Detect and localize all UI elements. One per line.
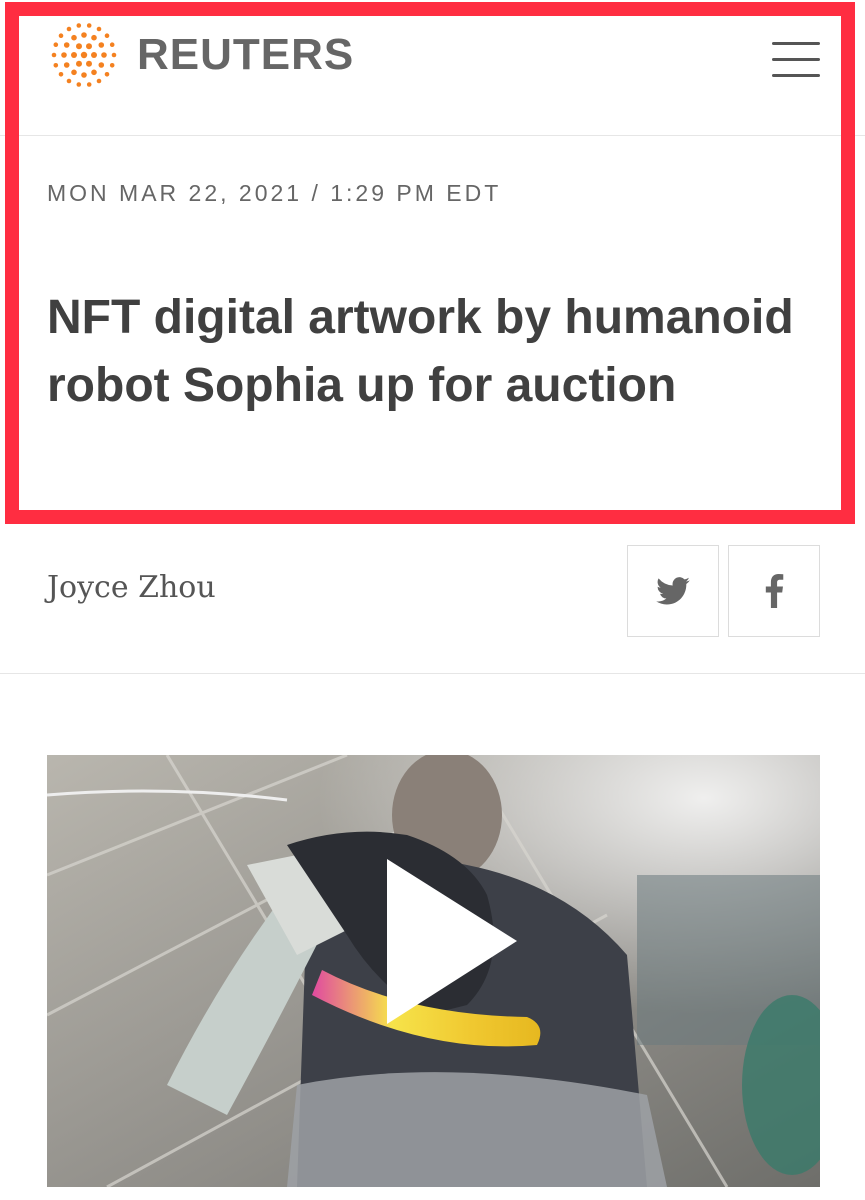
twitter-icon (656, 577, 690, 605)
article-dateline: MON MAR 22, 2021 / 1:29 PM EDT (47, 180, 502, 206)
section-divider (0, 673, 865, 674)
menu-bar (772, 42, 820, 45)
twitter-share-button[interactable] (627, 545, 719, 637)
hamburger-menu-button[interactable] (772, 42, 820, 78)
video-player[interactable] (47, 755, 820, 1187)
menu-bar (772, 74, 820, 77)
reuters-logo-icon[interactable] (44, 20, 124, 90)
article-headline: NFT digital artwork by humanoid robot So… (47, 291, 794, 412)
play-icon[interactable] (387, 859, 517, 1024)
reuters-wordmark[interactable]: REUTERS (137, 30, 354, 80)
menu-bar (772, 58, 820, 61)
article-author[interactable]: Joyce Zhou (47, 570, 216, 605)
facebook-icon (765, 574, 784, 608)
facebook-share-button[interactable] (728, 545, 820, 637)
site-header: REUTERS (0, 0, 865, 136)
